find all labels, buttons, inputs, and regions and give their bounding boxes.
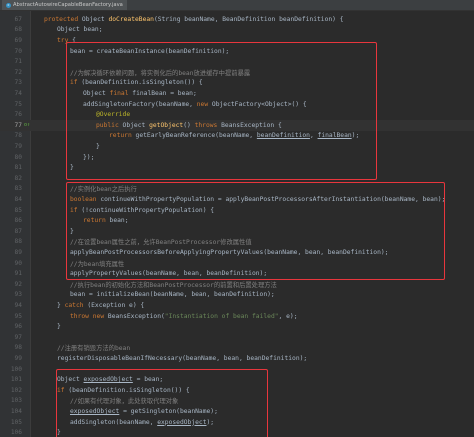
code-text: Object bean; (31, 26, 103, 33)
line-number[interactable]: 83 (0, 185, 23, 192)
line-number[interactable]: 104 (0, 408, 23, 415)
code-token: } (57, 301, 65, 309)
file-tab-label: AbstractAutowireCapableBeanFactory.java (13, 2, 123, 8)
line-number[interactable]: 90 (0, 260, 23, 267)
code-token: throw new (70, 312, 108, 320)
code-token: registerDisposableBeanIfNecessary(beanNa… (57, 354, 308, 362)
code-line[interactable]: 67 protected Object doCreateBean(String b… (0, 14, 474, 25)
line-number[interactable]: 84 (0, 196, 23, 203)
line-number[interactable]: 81 (0, 164, 23, 171)
code-token: "Instantiation of bean failed" (164, 312, 279, 320)
code-line[interactable]: 96} (0, 321, 474, 332)
file-tab[interactable]: c AbstractAutowireCapableBeanFactory.jav… (2, 0, 127, 10)
code-token: Object (81, 15, 109, 23)
code-token: Object bean; (57, 26, 103, 34)
code-line[interactable]: 93 bean = initializeBean(beanName, bean, … (0, 290, 474, 301)
code-text: throw new BeansException("Instantiation … (31, 313, 298, 320)
line-number[interactable]: 88 (0, 238, 23, 245)
line-number[interactable]: 93 (0, 291, 23, 298)
code-token: (Exception e) { (87, 301, 145, 309)
line-number[interactable]: 74 (0, 90, 23, 97)
code-text: protected Object doCreateBean(String bea… (31, 16, 344, 23)
code-line[interactable]: 98 //注册有销毁方法的bean (0, 343, 474, 354)
java-class-icon: c (6, 2, 11, 8)
line-number[interactable]: 103 (0, 397, 23, 404)
code-text: //注册有销毁方法的bean (31, 343, 130, 352)
code-line[interactable]: 94} catch (Exception e) { (0, 300, 474, 311)
line-number[interactable]: 99 (0, 355, 23, 362)
line-number[interactable]: 95 (0, 313, 23, 320)
line-number[interactable]: 71 (0, 58, 23, 65)
line-number[interactable]: 77 (0, 122, 23, 129)
line-number[interactable]: 78 (0, 132, 23, 139)
line-number[interactable]: 92 (0, 281, 23, 288)
line-number[interactable]: 75 (0, 101, 23, 108)
override-gutter-icon[interactable]: o↑ (23, 122, 31, 128)
code-token: doCreateBean (108, 15, 154, 23)
code-text: bean = initializeBean(beanName, bean, be… (31, 291, 275, 298)
code-editor[interactable]: 67 protected Object doCreateBean(String b… (0, 11, 474, 437)
line-number[interactable]: 91 (0, 270, 23, 277)
line-number[interactable]: 67 (0, 16, 23, 23)
highlight-box-early-exposure (66, 42, 377, 180)
code-line[interactable]: 99 registerDisposableBeanIfNecessary(bean… (0, 353, 474, 364)
line-number[interactable]: 82 (0, 175, 23, 182)
code-token: } (57, 323, 61, 331)
code-line[interactable]: 68 Object bean; (0, 25, 474, 36)
line-number[interactable]: 80 (0, 154, 23, 161)
code-line[interactable]: 97 (0, 332, 474, 343)
line-number[interactable]: 89 (0, 249, 23, 256)
highlight-box-populate-initialize (66, 182, 445, 280)
code-token: bean = initializeBean(beanName, bean, be… (70, 291, 275, 299)
line-number[interactable]: 76 (0, 111, 23, 118)
line-number[interactable]: 96 (0, 323, 23, 330)
line-number[interactable]: 73 (0, 79, 23, 86)
code-token: //执行bean的初始化方法和BeanPostProcessor的前置和后置处理… (70, 281, 277, 289)
line-number[interactable]: 100 (0, 366, 23, 373)
code-token: (String beanName, BeanDefinition beanDef… (153, 15, 344, 23)
line-number[interactable]: 69 (0, 37, 23, 44)
line-number[interactable]: 101 (0, 376, 23, 383)
code-token: catch (64, 301, 88, 309)
line-number[interactable]: 97 (0, 334, 23, 341)
line-number[interactable]: 105 (0, 419, 23, 426)
line-number[interactable]: 79 (0, 143, 23, 150)
line-number[interactable]: 86 (0, 217, 23, 224)
code-line[interactable]: 95 throw new BeansException("Instantiatio… (0, 311, 474, 322)
code-token: //注册有销毁方法的bean (57, 345, 131, 353)
line-number[interactable]: 106 (0, 429, 23, 436)
line-number[interactable]: 94 (0, 302, 23, 309)
line-number[interactable]: 85 (0, 207, 23, 214)
line-number[interactable]: 70 (0, 48, 23, 55)
line-number[interactable]: 102 (0, 387, 23, 394)
line-number[interactable]: 68 (0, 26, 23, 33)
line-number[interactable]: 87 (0, 228, 23, 235)
code-token: protected (44, 15, 82, 23)
code-text: } catch (Exception e) { (31, 302, 144, 309)
highlight-box-exposed-object (56, 369, 268, 437)
line-number[interactable]: 72 (0, 69, 23, 76)
code-token: BeansException( (107, 312, 165, 320)
code-text: registerDisposableBeanIfNecessary(beanNa… (31, 355, 307, 362)
line-number[interactable]: 98 (0, 344, 23, 351)
code-token: , e); (278, 312, 298, 320)
code-line[interactable]: 92 //执行bean的初始化方法和BeanPostProcessor的前置和后置… (0, 279, 474, 290)
code-text: //执行bean的初始化方法和BeanPostProcessor的前置和后置处理… (31, 280, 277, 289)
code-text: } (31, 323, 61, 330)
editor-tab-bar: c AbstractAutowireCapableBeanFactory.jav… (0, 0, 474, 11)
